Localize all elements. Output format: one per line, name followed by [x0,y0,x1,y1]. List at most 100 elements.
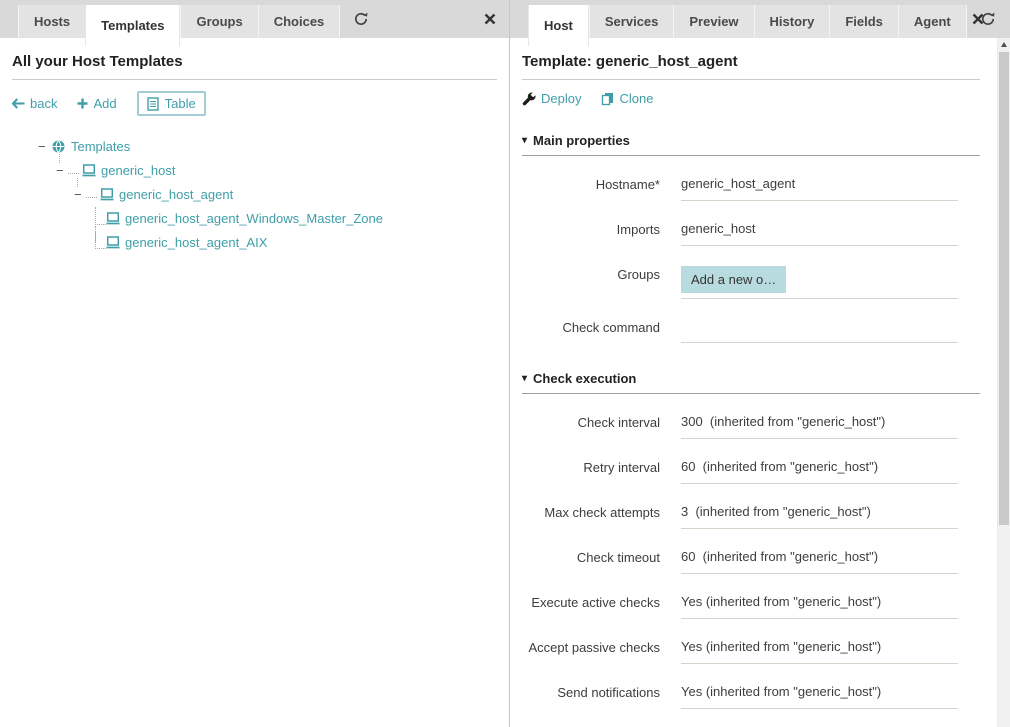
field-input[interactable]: Yes (inherited from "generic_host") [681,684,958,709]
field-value: 3 (inherited from "generic_host") [681,504,871,519]
page-title: All your Host Templates [12,53,497,80]
close-icon[interactable] [484,13,496,25]
form-row: Check interval 300 (inherited from "gene… [522,414,980,439]
collapse-caret-icon: ▾ [522,374,527,384]
back-link[interactable]: back [12,96,57,111]
field-label: Groups [522,266,660,299]
templates-panel: Hosts Templates Groups Choices [0,0,510,727]
table-doc-icon [147,97,159,111]
add-label: Add [93,96,116,111]
host-icon [106,236,120,249]
form-row: Max check attempts 3 (inherited from "ge… [522,504,980,529]
globe-icon [52,140,65,153]
field-label: Check interval [522,414,660,439]
section-header[interactable]: ▾ Main properties [522,133,980,156]
left-tab[interactable]: Templates [85,5,180,46]
right-tabbar: Host Services Preview History Fields Age… [510,0,1010,38]
left-tab[interactable]: Hosts [18,5,85,38]
field-input[interactable]: 60 (inherited from "generic_host") [681,549,958,574]
table-link[interactable]: Table [137,91,206,116]
right-tab[interactable]: Fields [829,5,898,38]
field-input[interactable]: generic_host_agent [681,176,958,201]
host-icon [100,188,114,201]
deploy-link[interactable]: Deploy [522,91,581,106]
clone-link[interactable]: Clone [601,91,653,106]
collapse-caret-icon: ▾ [522,136,527,146]
tree-item: generic_host_agent_AIX [12,230,497,254]
field-value[interactable]: generic_host_agent [681,176,795,191]
add-link[interactable]: Add [77,96,116,111]
field-input[interactable]: Add a new o… [681,266,958,299]
left-tab[interactable]: Groups [180,5,257,38]
right-tab[interactable]: Services [589,5,674,38]
form-row: Hostname* generic_host_agent [522,176,980,201]
scrollbar-up-arrow-icon[interactable] [998,38,1010,51]
field-label: Check command [522,319,660,343]
field-value: Yes (inherited from "generic_host") [681,639,881,654]
field-label: Hostname* [522,176,660,201]
section-check-execution: ▾ Check execution Check interval 300 (in… [522,371,980,727]
field-label: Execute active checks [522,594,660,619]
template-tree: − [12,134,497,254]
tree-item: − [12,182,497,206]
tree-item: generic_host_agent_Windows_Master_Zone [12,206,497,230]
section-main-properties: ▾ Main properties Hostname* generic_host… [522,133,980,343]
field-value[interactable]: generic_host [681,221,755,236]
field-input[interactable]: 3 (inherited from "generic_host") [681,504,958,529]
deploy-label: Deploy [541,91,581,106]
right-tab[interactable]: Preview [673,5,753,38]
tree-collapse-icon[interactable]: − [74,188,88,201]
tree-item-link[interactable]: generic_host_agent_AIX [125,235,267,250]
field-input[interactable]: Yes (inherited from "generic_host") [681,594,958,619]
field-value: 60 (inherited from "generic_host") [681,549,878,564]
tree-collapse-icon[interactable]: − [56,164,70,177]
form-row: Execute active checks Yes (inherited fro… [522,594,980,619]
section-header[interactable]: ▾ Check execution [522,371,980,394]
tree-item: − [12,134,497,158]
field-value: 300 (inherited from "generic_host") [681,414,885,429]
field-label: Max check attempts [522,504,660,529]
field-input[interactable]: generic_host [681,221,958,246]
field-input[interactable]: Yes (inherited from "generic_host") [681,639,958,664]
back-arrow-icon [12,98,25,109]
tree-item-link[interactable]: generic_host_agent [119,187,233,202]
form-row: Send notifications Yes (inherited from "… [522,684,980,709]
tree-item-link[interactable]: generic_host_agent_Windows_Master_Zone [125,211,383,226]
field-value: Yes (inherited from "generic_host") [681,594,881,609]
form-row: Accept passive checks Yes (inherited fro… [522,639,980,664]
right-tab[interactable]: Host [528,5,589,46]
field-input[interactable] [681,319,958,343]
section-title-label: Check execution [533,371,636,386]
field-value: 60 (inherited from "generic_host") [681,459,878,474]
host-icon [82,164,96,177]
tree-item: − [12,158,497,182]
host-icon [106,212,120,225]
clone-label: Clone [619,91,653,106]
tree-item-link[interactable]: Templates [71,139,130,154]
left-actionbar: back Add [12,80,497,122]
close-icon[interactable] [972,13,984,25]
vertical-scrollbar[interactable] [997,38,1010,727]
form-row: Groups Add a new o… [522,266,980,299]
field-label: Accept passive checks [522,639,660,664]
scrollbar-thumb[interactable] [999,52,1009,525]
refresh-icon[interactable] [354,12,368,26]
tree-item-link[interactable]: generic_host [101,163,175,178]
template-title: Template: generic_host_agent [522,53,980,80]
field-input[interactable]: 60 (inherited from "generic_host") [681,459,958,484]
right-actionbar: Deploy Clone [522,80,980,112]
field-value[interactable]: Add a new o… [681,266,786,293]
field-value: Yes (inherited from "generic_host") [681,684,881,699]
clone-icon [601,92,614,106]
right-tab[interactable]: History [754,5,830,38]
right-content: Template: generic_host_agent Deploy [510,53,1010,727]
section-title-label: Main properties [533,133,630,148]
field-label: Send notifications [522,684,660,709]
tree-collapse-icon[interactable]: − [38,140,52,153]
field-label: Imports [522,221,660,246]
field-input[interactable]: 300 (inherited from "generic_host") [681,414,958,439]
form-row: Check command [522,319,980,343]
field-label: Check timeout [522,549,660,574]
left-tab[interactable]: Choices [258,5,341,38]
right-tab[interactable]: Agent [898,5,967,38]
